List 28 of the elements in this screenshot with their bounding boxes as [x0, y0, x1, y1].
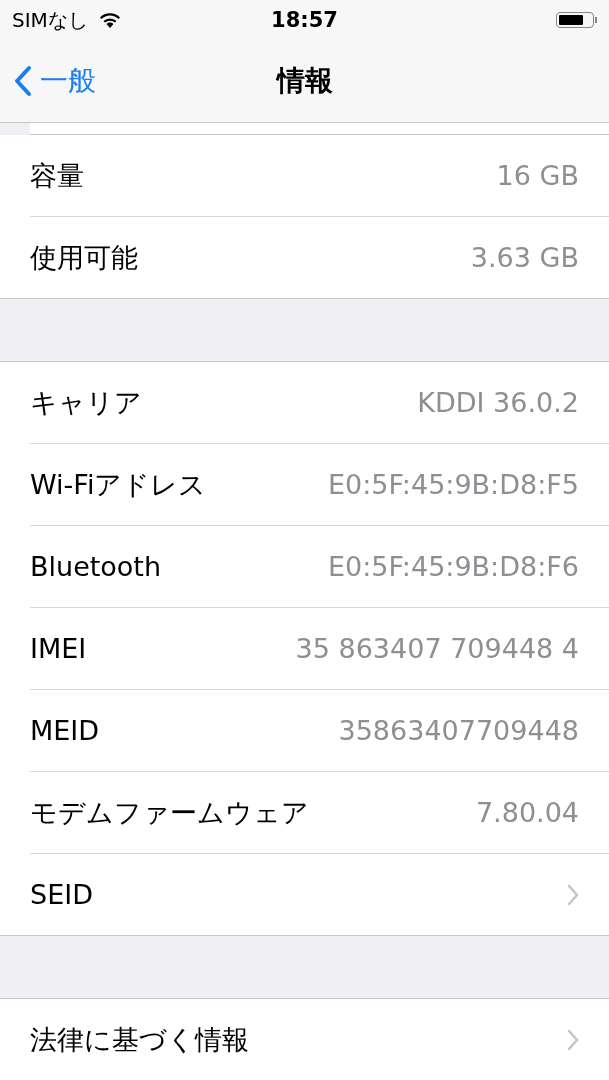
page-title: 情報: [276, 63, 333, 99]
row-value: 7.80.04: [475, 797, 579, 828]
chevron-right-icon: [567, 1028, 579, 1051]
back-label: 一般: [40, 63, 96, 99]
row-value: E0:5F:45:9B:D8:F5: [327, 469, 579, 500]
row-label: 容量: [30, 158, 84, 193]
wifi-icon: [97, 11, 122, 29]
row-value: 3.63 GB: [470, 242, 579, 273]
row-value: 16 GB: [496, 160, 579, 191]
row-label: SEID: [30, 879, 93, 910]
row-label: モデムファームウェア: [30, 795, 309, 830]
clock-time: 18:57: [271, 8, 338, 32]
row-label: IMEI: [30, 633, 87, 664]
chevron-left-icon: [14, 65, 32, 97]
row-value: 35863407709448: [338, 715, 579, 746]
row-label: 法律に基づく情報: [30, 1022, 249, 1057]
battery-icon: [556, 12, 597, 28]
row-value: E0:5F:45:9B:D8:F6: [327, 551, 579, 582]
back-button[interactable]: 一般: [14, 62, 96, 100]
row-value: 35 863407 709448 4: [295, 633, 579, 664]
row-label: 使用可能: [30, 240, 138, 275]
carrier-text: SIMなし: [12, 6, 88, 34]
row-label: Bluetooth: [30, 551, 162, 582]
row-value: KDDI 36.0.2: [417, 387, 579, 418]
row-label: キャリア: [30, 385, 142, 420]
row-label: Wi-Fiアドレス: [30, 467, 207, 502]
chevron-right-icon: [567, 883, 579, 906]
row-label: MEID: [30, 715, 100, 746]
